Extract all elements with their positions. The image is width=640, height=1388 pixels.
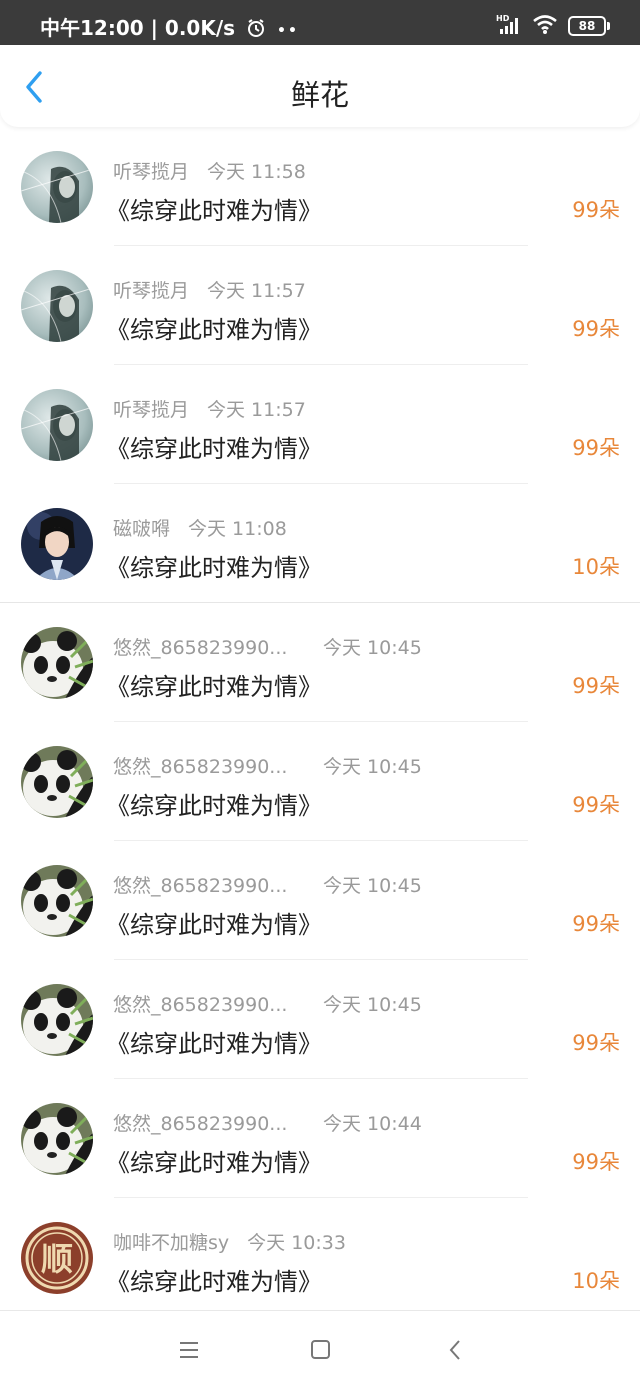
flower-amount: 10朵 [572,1269,620,1293]
book-title[interactable]: 《综穿此时难为情》 [106,1143,322,1178]
user-name[interactable]: 悠然_865823990... [113,633,301,660]
flower-amount: 99朵 [572,793,620,817]
network-speed: 0.0K/s [164,16,236,40]
panda-avatar[interactable] [21,865,93,937]
costume-portrait-avatar[interactable] [21,508,93,580]
record-meta: 听琴揽月 今天 11:57 [113,276,306,302]
seal-character-avatar[interactable]: 顺 [21,1222,93,1294]
record-meta: 磁啵嘚 今天 11:08 [113,514,287,540]
flower-amount: 99朵 [572,436,620,460]
back-triangle-icon [449,1340,460,1360]
flower-amount: 99朵 [572,1031,620,1055]
record-meta: 咖啡不加糖sy 今天 10:33 [113,1228,346,1254]
record-meta: 悠然_865823990... 今天 10:45 [113,752,422,778]
user-name[interactable]: 听琴揽月 [113,276,189,303]
user-name[interactable]: 悠然_865823990... [113,752,301,779]
panda-avatar[interactable] [21,984,93,1056]
record-meta: 听琴揽月 今天 11:57 [113,395,306,421]
record-meta: 悠然_865823990... 今天 10:44 [113,1109,422,1135]
record-time: 今天 10:44 [323,1113,422,1135]
user-name[interactable]: 悠然_865823990... [113,990,301,1017]
home-button[interactable] [306,1335,336,1365]
list-item[interactable]: 听琴揽月 今天 11:57 《综穿此时难为情》 99朵 [0,246,640,365]
panda-avatar[interactable] [21,627,93,699]
user-name[interactable]: 磁啵嘚 [113,514,170,541]
list-item[interactable]: 听琴揽月 今天 11:57 《综穿此时难为情》 99朵 [0,365,640,484]
flower-amount: 99朵 [572,912,620,936]
record-meta: 悠然_865823990... 今天 10:45 [113,633,422,659]
list-item[interactable]: 悠然_865823990... 今天 10:44 《综穿此时难为情》 99朵 [0,1079,640,1198]
user-name[interactable]: 悠然_865823990... [113,1109,301,1136]
book-title[interactable]: 《综穿此时难为情》 [106,786,322,821]
flower-amount: 99朵 [572,1150,620,1174]
flower-amount: 99朵 [572,198,620,222]
book-title[interactable]: 《综穿此时难为情》 [106,1024,322,1059]
list-item[interactable]: 顺 咖啡不加糖sy 今天 10:33 《综穿此时难为情》 10朵 [0,1198,640,1317]
svg-text:HD: HD [496,14,510,23]
book-title[interactable]: 《综穿此时难为情》 [106,905,322,940]
list-item[interactable]: 悠然_865823990... 今天 10:45 《综穿此时难为情》 99朵 [0,603,640,722]
woman-in-rain-avatar[interactable] [21,270,93,342]
book-title[interactable]: 《综穿此时难为情》 [106,548,322,583]
book-title[interactable]: 《综穿此时难为情》 [106,429,322,464]
record-time: 今天 10:45 [323,875,422,897]
flower-record-list: 听琴揽月 今天 11:58 《综穿此时难为情》 99朵 听琴揽月 今天 11:57 《综穿此… [0,127,640,1317]
system-nav-bar [0,1310,640,1388]
status-right: HD 88 [496,13,610,39]
menu-icon [180,1342,198,1358]
woman-in-rain-avatar[interactable] [21,389,93,461]
flower-amount: 10朵 [572,555,620,579]
status-bar: 中午12:00 | 0.0K/s •• HD 88 [0,0,640,45]
panda-avatar[interactable] [21,746,93,818]
record-time: 今天 11:08 [188,518,287,540]
list-item[interactable]: 磁啵嘚 今天 11:08 《综穿此时难为情》 10朵 [0,484,640,603]
status-time: 中午12:00 [40,16,144,40]
user-name[interactable]: 悠然_865823990... [113,871,301,898]
user-name[interactable]: 咖啡不加糖sy [113,1228,229,1255]
flower-amount: 99朵 [572,674,620,698]
panda-avatar[interactable] [21,1103,93,1175]
record-time: 今天 10:33 [247,1232,346,1254]
nav-back-button[interactable] [440,1335,470,1365]
woman-in-rain-avatar[interactable] [21,151,93,223]
record-meta: 悠然_865823990... 今天 10:45 [113,990,422,1016]
record-time: 今天 11:57 [207,399,306,421]
battery-icon: 88 [568,16,610,36]
menu-button[interactable] [174,1335,204,1365]
record-time: 今天 10:45 [323,637,422,659]
list-item[interactable]: 悠然_865823990... 今天 10:45 《综穿此时难为情》 99朵 [0,841,640,960]
user-name[interactable]: 听琴揽月 [113,395,189,422]
record-time: 今天 10:45 [323,756,422,778]
list-item[interactable]: 悠然_865823990... 今天 10:45 《综穿此时难为情》 99朵 [0,960,640,1079]
book-title[interactable]: 《综穿此时难为情》 [106,667,322,702]
signal-icon: HD [496,13,522,39]
record-time: 今天 10:45 [323,994,422,1016]
svg-text:顺: 顺 [41,1240,73,1278]
list-item[interactable]: 听琴揽月 今天 11:58 《综穿此时难为情》 99朵 [0,127,640,246]
home-square-icon [311,1340,330,1359]
book-title[interactable]: 《综穿此时难为情》 [106,310,322,345]
status-left: 中午12:00 | 0.0K/s •• [40,0,299,45]
list-item[interactable]: 悠然_865823990... 今天 10:45 《综穿此时难为情》 99朵 [0,722,640,841]
page-header: 鲜花 [0,45,640,127]
record-time: 今天 11:57 [207,280,306,302]
wifi-icon [532,13,558,39]
book-title[interactable]: 《综穿此时难为情》 [106,1262,322,1297]
user-name[interactable]: 听琴揽月 [113,157,189,184]
record-meta: 悠然_865823990... 今天 10:45 [113,871,422,897]
record-time: 今天 11:58 [207,161,306,183]
flower-amount: 99朵 [572,317,620,341]
record-meta: 听琴揽月 今天 11:58 [113,157,306,183]
notification-dots: •• [277,23,299,39]
book-title[interactable]: 《综穿此时难为情》 [106,191,322,226]
